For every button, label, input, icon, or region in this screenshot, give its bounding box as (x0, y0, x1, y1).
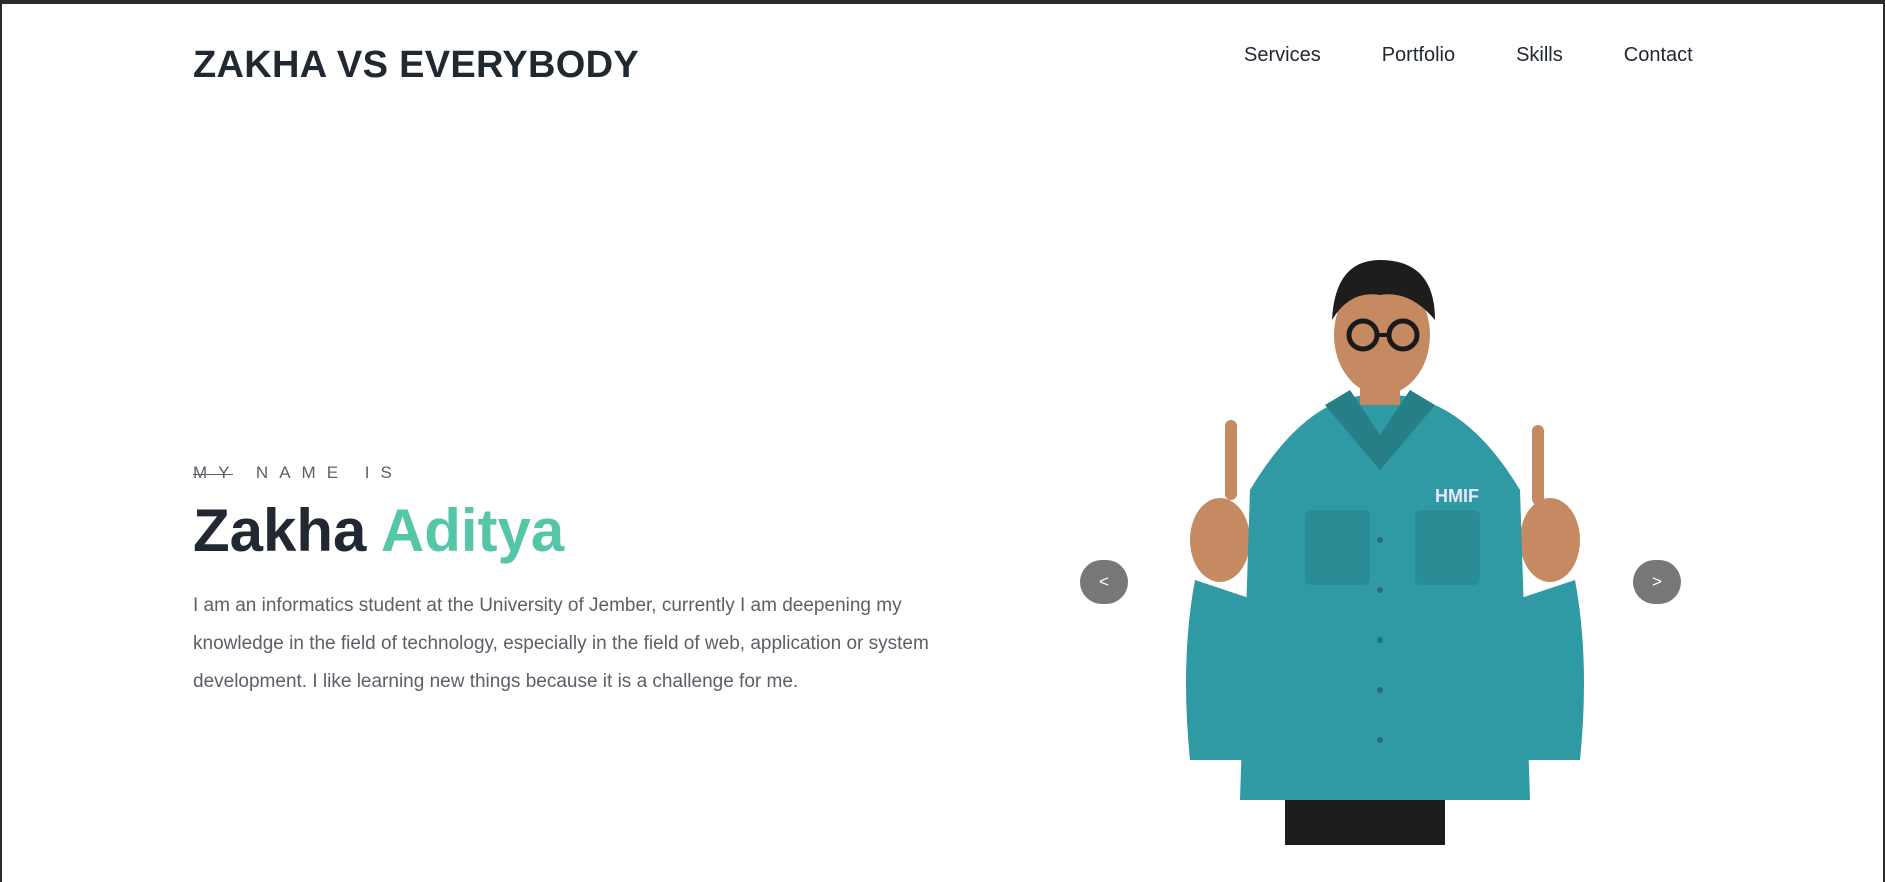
hero-eyebrow: MY NAME IS (193, 463, 403, 482)
slider-next-button[interactable]: > (1633, 560, 1681, 604)
nav-link-contact[interactable]: Contact (1624, 44, 1693, 67)
window-left-border (0, 0, 2, 882)
nav-link-services[interactable]: Services (1244, 44, 1321, 67)
eyebrow-strike-line (193, 474, 233, 475)
nav-link-portfolio[interactable]: Portfolio (1382, 44, 1455, 67)
person-photo: HMIF (1186, 260, 1584, 845)
svg-text:HMIF: HMIF (1435, 486, 1479, 506)
window-top-border (0, 0, 1885, 4)
hero-name: Zakha Aditya (193, 496, 564, 566)
hero-bio: I am an informatics student at the Unive… (193, 595, 929, 692)
nav-link-skills[interactable]: Skills (1516, 44, 1563, 67)
site-brand-logo[interactable]: ZAKHA VS EVERYBODY (193, 44, 639, 87)
hero-first-name: Zakha (193, 497, 367, 564)
photo-slider: HMIF (1080, 240, 1685, 845)
slider-prev-button[interactable]: < (1080, 560, 1128, 604)
hero-last-name: Aditya (380, 497, 565, 564)
main-nav: Services Portfolio Skills Contact (1244, 44, 1693, 67)
